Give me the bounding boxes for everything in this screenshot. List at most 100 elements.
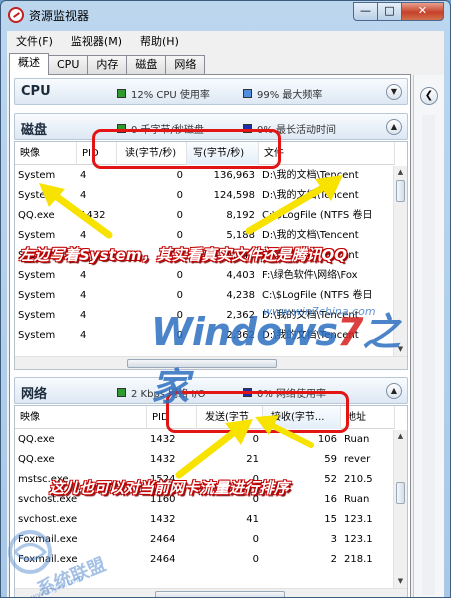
cell-address: 210.5 bbox=[344, 474, 373, 485]
cell-send: 0 bbox=[252, 434, 259, 445]
disk-col-image[interactable]: 映像 bbox=[15, 142, 77, 165]
disk-active-swatch bbox=[243, 124, 252, 133]
disk-column-header: 映像 PID 读(字节/秒) 写(字节/秒) 文件 bbox=[15, 142, 395, 165]
network-hscroll-thumb[interactable] bbox=[155, 591, 285, 597]
cpu-frequency-text: 99% 最大频率 bbox=[257, 90, 323, 101]
cell-pid: 1432 bbox=[150, 514, 176, 525]
cell-image: System bbox=[18, 170, 56, 181]
network-annotation: 这儿也可以对当前网卡流量进行排序 bbox=[49, 479, 290, 497]
cell-image: System bbox=[18, 290, 56, 301]
maximize-button[interactable]: □ bbox=[377, 2, 402, 21]
cell-receive: 59 bbox=[324, 454, 337, 465]
table-row[interactable]: System 4 0 5,188 D:\我的文档\Tencent bbox=[15, 226, 385, 246]
resource-monitor-window: 资源监视器 — □ ✕ 文件(F) 监视器(M) 帮助(H) 概述 CPU 内存… bbox=[0, 0, 451, 598]
cell-pid: 4 bbox=[80, 290, 87, 301]
disk-io-stat: 0 千字节/秒磁盘 bbox=[117, 121, 204, 136]
menu-file[interactable]: 文件(F) bbox=[7, 33, 62, 49]
network-scroll-thumb[interactable] bbox=[396, 482, 405, 504]
cpu-usage-text: 12% CPU 使用率 bbox=[131, 90, 210, 101]
tab-network[interactable]: 网络 bbox=[165, 55, 206, 75]
network-section-title: 网络 bbox=[21, 387, 48, 402]
tab-cpu[interactable]: CPU bbox=[48, 55, 89, 75]
disk-active-stat: 0% 最长活动时间 bbox=[243, 121, 336, 136]
cell-image: System bbox=[18, 270, 56, 281]
table-row[interactable]: System 4 0 124,598 D:\我的文档\Tencent bbox=[15, 186, 385, 206]
cell-read: 0 bbox=[176, 270, 183, 281]
disk-section-title: 磁盘 bbox=[21, 123, 48, 138]
network-col-image[interactable]: 映像 bbox=[15, 406, 147, 429]
cpu-frequency-stat: 99% 最大频率 bbox=[243, 86, 322, 101]
tab-overview[interactable]: 概述 bbox=[9, 53, 49, 75]
title-bar[interactable]: 资源监视器 — □ ✕ bbox=[1, 1, 450, 29]
disk-active-text: 0% 最长活动时间 bbox=[257, 125, 337, 136]
tab-strip: 概述 CPU 内存 磁盘 网络 bbox=[9, 53, 206, 75]
cell-send: 41 bbox=[246, 514, 259, 525]
menu-help[interactable]: 帮助(H) bbox=[131, 33, 188, 49]
cell-receive: 106 bbox=[317, 434, 337, 445]
cell-read: 0 bbox=[176, 190, 183, 201]
cell-write: 124,598 bbox=[213, 190, 255, 201]
cpu-usage-swatch bbox=[117, 89, 126, 98]
disk-col-pid[interactable]: PID bbox=[77, 142, 117, 165]
cell-image: QQ.exe bbox=[18, 454, 55, 465]
disk-col-read[interactable]: 读(字节/秒) bbox=[117, 142, 187, 165]
disk-io-swatch bbox=[117, 124, 126, 133]
table-row[interactable]: QQ.exe 1432 0 8,192 C:\$LogFile (NTFS 卷日 bbox=[15, 206, 385, 226]
network-io-swatch bbox=[117, 388, 126, 397]
table-row[interactable]: System 4 0 136,963 D:\我的文档\Tencent bbox=[15, 166, 385, 186]
cell-pid: 4 bbox=[80, 310, 87, 321]
tab-memory[interactable]: 内存 bbox=[87, 55, 128, 75]
graph-pane-scrollbar[interactable] bbox=[422, 115, 435, 595]
cell-image: QQ.exe bbox=[18, 210, 55, 221]
cpu-frequency-swatch bbox=[243, 89, 252, 98]
cell-image: QQ.exe bbox=[18, 434, 55, 445]
close-button[interactable]: ✕ bbox=[401, 2, 444, 21]
cell-address: 123.1 bbox=[344, 514, 373, 525]
scroll-down-icon[interactable]: ▼ bbox=[394, 575, 407, 588]
table-row[interactable]: QQ.exe 1432 21 59 rever bbox=[15, 450, 385, 470]
disk-col-file[interactable]: 文件 bbox=[259, 142, 395, 165]
scroll-up-icon[interactable]: ▲ bbox=[394, 430, 407, 443]
cell-pid: 4 bbox=[80, 270, 87, 281]
cell-write: 4,403 bbox=[226, 270, 255, 281]
cell-read: 0 bbox=[176, 230, 183, 241]
disk-section-header[interactable]: 磁盘 0 千字节/秒磁盘 0% 最长活动时间 ▲ bbox=[14, 113, 408, 140]
cell-address: Ruan bbox=[344, 434, 370, 445]
cell-address: 123.1 bbox=[344, 534, 373, 545]
cell-file: F:\绿色软件\网络\Fox bbox=[262, 270, 358, 281]
cpu-section-header[interactable]: CPU 12% CPU 使用率 99% 最大频率 ▼ bbox=[14, 78, 408, 105]
cpu-section-title: CPU bbox=[21, 84, 51, 99]
watermark-logo: 系统联盟 www.lyxt.com bbox=[1, 511, 151, 597]
cell-receive: 3 bbox=[330, 534, 337, 545]
disk-col-write[interactable]: 写(字节/秒) bbox=[187, 142, 259, 165]
table-row[interactable]: QQ.exe 1432 0 106 Ruan bbox=[15, 430, 385, 450]
cell-send: 21 bbox=[246, 454, 259, 465]
cell-pid: 2464 bbox=[150, 534, 176, 545]
cell-pid: 4 bbox=[80, 230, 87, 241]
minimize-button[interactable]: — bbox=[353, 2, 378, 21]
cpu-expand-icon[interactable]: ▼ bbox=[386, 84, 402, 100]
disk-scroll-thumb[interactable] bbox=[396, 180, 405, 202]
table-row[interactable]: System 4 0 4,403 F:\绿色软件\网络\Fox bbox=[15, 266, 385, 286]
cell-write: 8,192 bbox=[226, 210, 255, 221]
cell-image: System bbox=[18, 190, 56, 201]
cell-file: D:\我的文档\Tencent bbox=[262, 190, 359, 201]
expand-graph-pane-icon[interactable]: ❮ bbox=[420, 87, 438, 105]
cell-send: 0 bbox=[252, 554, 259, 565]
resource-monitor-icon bbox=[8, 7, 24, 23]
cell-image: System bbox=[18, 330, 56, 341]
tab-disk[interactable]: 磁盘 bbox=[126, 55, 167, 75]
network-vertical-scrollbar[interactable]: ▲ ▼ bbox=[393, 430, 407, 588]
menu-monitor[interactable]: 监视器(M) bbox=[62, 33, 131, 49]
cell-pid: 1432 bbox=[150, 434, 176, 445]
scroll-up-icon[interactable]: ▲ bbox=[394, 166, 407, 179]
cpu-usage-stat: 12% CPU 使用率 bbox=[117, 86, 210, 101]
disk-collapse-icon[interactable]: ▲ bbox=[386, 119, 402, 135]
cell-read: 0 bbox=[176, 170, 183, 181]
disk-io-text: 0 千字节/秒磁盘 bbox=[131, 125, 204, 136]
cell-file: D:\我的文档\Tencent bbox=[262, 170, 359, 181]
watermark-globe-icon bbox=[8, 530, 52, 574]
cell-address: rever bbox=[344, 454, 371, 465]
cell-read: 0 bbox=[176, 210, 183, 221]
window-title: 资源监视器 bbox=[29, 9, 90, 23]
